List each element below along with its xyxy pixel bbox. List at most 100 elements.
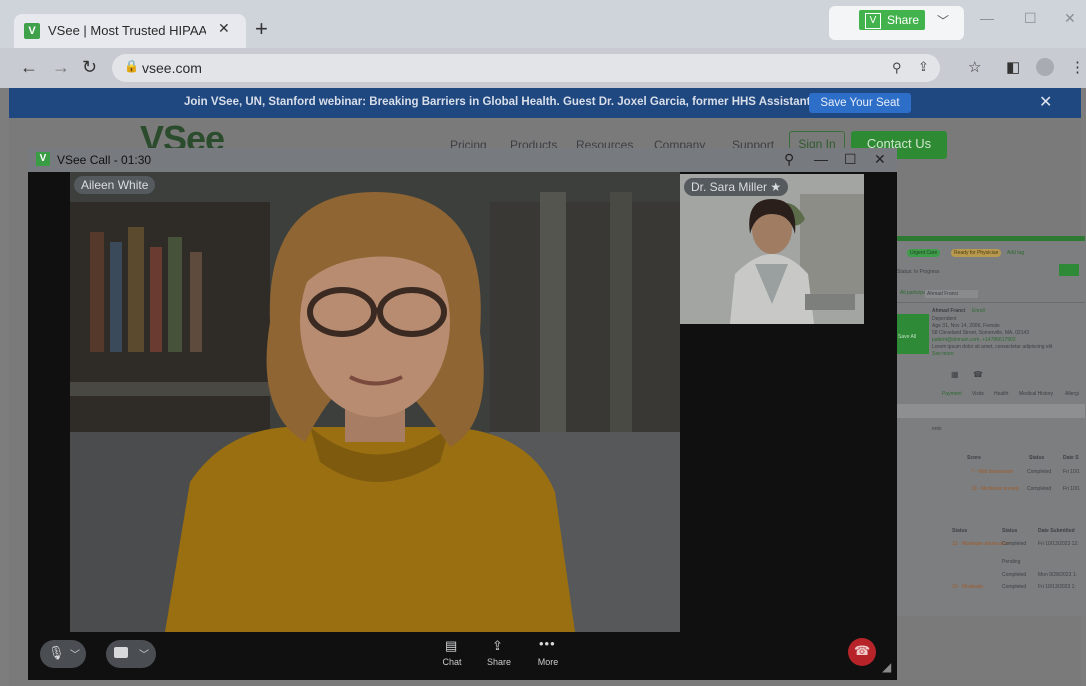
panel-section-title: ents xyxy=(932,426,942,432)
chat-icon: ▤ xyxy=(445,638,458,653)
row6-date: Fri 10/13/2023 1: xyxy=(1038,584,1076,590)
patient-dependent: Dependent xyxy=(932,316,957,322)
tab-title: VSee | Most Trusted HIPAA Com xyxy=(48,23,206,38)
phone-icon[interactable]: ☎ xyxy=(973,370,983,379)
panel-tab-medical-history[interactable]: Medical History xyxy=(1019,391,1053,397)
row1-date: Fri 10/1 xyxy=(1063,469,1080,475)
browser-toolbar: ← → ↻ 🔒 vsee.com ⚲ ⇪ ☆ ◧ ⋮ xyxy=(0,48,1086,88)
status-text: Status: In Progress xyxy=(897,269,940,275)
row1-status: Completed xyxy=(1027,469,1052,475)
panel-tab-allergies[interactable]: Allergi xyxy=(1065,391,1079,397)
more-button[interactable]: ••• More xyxy=(528,636,568,670)
hang-up-icon: ☎ xyxy=(854,643,871,658)
calendar-icon[interactable]: ▦ xyxy=(951,370,959,379)
microphone-toggle[interactable]: 🎙 ﹀ xyxy=(40,640,86,668)
call-close-icon[interactable]: ✕ xyxy=(874,151,886,168)
panel-tab-visits[interactable]: Visits xyxy=(972,391,984,397)
close-window-icon[interactable]: ✕ xyxy=(1064,10,1076,27)
share-screen-icon: ⇪ xyxy=(492,638,503,653)
screen-share-popup: V Share ﹀ xyxy=(829,6,964,40)
row6-status: Completed xyxy=(1002,584,1027,590)
call-minimize-icon[interactable]: — xyxy=(814,151,828,167)
save-your-seat-button[interactable]: Save Your Seat xyxy=(809,93,911,113)
kebab-menu-icon[interactable]: ⋮ xyxy=(1070,58,1085,76)
divider xyxy=(895,302,1085,303)
see-more-link[interactable]: See more xyxy=(932,351,954,357)
participant-select[interactable]: Ahmad Franci xyxy=(925,290,979,298)
main-video-feed: Aileen White xyxy=(70,172,680,632)
minimize-icon[interactable]: — xyxy=(980,10,994,26)
camera-icon xyxy=(114,647,128,658)
close-tab-icon[interactable]: ✕ xyxy=(218,20,230,37)
save-all-label: Save All xyxy=(898,334,917,340)
row3-status: Completed xyxy=(1002,541,1027,547)
doctor-video-image xyxy=(680,174,864,324)
patient-age: Age 31, Nov 14, 2006, Female xyxy=(932,323,1000,329)
panel-tab-payment[interactable]: Payment xyxy=(942,391,962,397)
side-panel-icon[interactable]: ◧ xyxy=(1006,58,1020,76)
panel-action-button[interactable] xyxy=(1059,264,1079,276)
panel-tab-health[interactable]: Health xyxy=(994,391,1008,397)
star-icon: ★ xyxy=(770,180,782,194)
chat-button[interactable]: ▤ Chat xyxy=(432,638,472,670)
new-tab-icon[interactable]: + xyxy=(255,16,268,42)
call-maximize-icon[interactable]: ☐ xyxy=(844,151,857,168)
back-icon[interactable]: ← xyxy=(20,57,38,78)
pip-video-feed[interactable]: Dr. Sara Miller ★ xyxy=(680,174,864,324)
col-status: Status xyxy=(1029,455,1045,461)
share-button[interactable]: V Share xyxy=(859,10,925,30)
address-bar[interactable]: 🔒 vsee.com ⚲ ⇪ xyxy=(112,54,940,82)
browser-tab-strip: V VSee | Most Trusted HIPAA Com ✕ + V Sha… xyxy=(0,0,1086,48)
profile-avatar-icon[interactable] xyxy=(1036,58,1054,76)
more-dots-icon: ••• xyxy=(539,636,556,651)
row2-status: Completed xyxy=(1027,486,1052,492)
patient-name: Ahmad Franci xyxy=(932,308,966,314)
chat-label: Chat xyxy=(442,657,462,667)
row2-score: 10 - Moderate anxiety xyxy=(971,486,1020,492)
pip-name-text: Dr. Sara Miller xyxy=(691,180,768,194)
bookmark-star-icon[interactable]: ☆ xyxy=(968,58,981,76)
tag-ready-physician: Ready for Physician xyxy=(951,249,1002,257)
patient-address: 58 Cleveland Street, Somerville, MA, 021… xyxy=(932,330,1029,336)
row6-score: 10 - Moderate xyxy=(952,584,984,590)
mic-options-chevron-icon[interactable]: ﹀ xyxy=(70,646,80,661)
col-score: Score xyxy=(967,455,981,461)
end-call-button[interactable]: ☎ xyxy=(848,638,876,666)
promo-banner: Join VSee, UN, Stanford webinar: Breakin… xyxy=(9,88,1081,118)
forward-icon[interactable]: → xyxy=(52,57,70,78)
row1-score: 7 - Mild depression xyxy=(971,469,1014,475)
reload-icon[interactable]: ↻ xyxy=(82,57,97,78)
pip-participant-name: Dr. Sara Miller ★ xyxy=(684,178,789,196)
call-title: VSee Call - 01:30 xyxy=(57,153,152,167)
col2-status-a: Status xyxy=(952,528,968,534)
pin-icon[interactable]: ⚲ xyxy=(784,151,794,168)
browser-tab[interactable]: V VSee | Most Trusted HIPAA Com ✕ xyxy=(14,14,246,48)
share-screen-button[interactable]: ⇪ Share xyxy=(479,638,519,670)
resize-grip-icon[interactable]: ◢ xyxy=(882,660,891,674)
more-label: More xyxy=(537,657,559,667)
row3-score: 12 - Moderate depression xyxy=(952,541,1009,547)
close-banner-icon[interactable]: ✕ xyxy=(1039,92,1052,112)
col-date: Date S xyxy=(1063,455,1079,461)
camera-options-chevron-icon[interactable]: ﹀ xyxy=(139,646,149,661)
zoom-icon[interactable]: ⚲ xyxy=(892,60,902,76)
share-label: Share xyxy=(486,657,512,667)
lock-icon[interactable]: 🔒 xyxy=(124,59,139,73)
microphone-icon: 🎙 xyxy=(48,645,65,660)
row2-date: Fri 10/1 xyxy=(1063,486,1080,492)
patient-contact: patient@domain.com, +14786617902 xyxy=(932,337,1016,343)
share-button-label: Share xyxy=(887,13,920,27)
window-controls: — ☐ ✕ xyxy=(946,10,1086,34)
patient-notes: Lorem ipsum dolor sit amet, consectetur … xyxy=(932,344,1053,350)
banner-message: Join VSee, UN, Stanford webinar: Breakin… xyxy=(184,96,867,108)
add-tag-link[interactable]: Add tag xyxy=(1007,250,1024,256)
row5-status: Completed xyxy=(1002,572,1027,578)
share-page-icon[interactable]: ⇪ xyxy=(918,59,929,75)
maximize-icon[interactable]: ☐ xyxy=(1024,10,1037,27)
row4-status: Pending xyxy=(1002,559,1021,565)
url-text: vsee.com xyxy=(142,60,202,76)
ehr-preview-panel: Urgent Care Ready for Physician Add tag … xyxy=(895,236,1085,616)
panel-accent-bar xyxy=(895,236,1085,241)
camera-toggle[interactable]: ﹀ xyxy=(106,640,156,668)
col2-status-b: Status xyxy=(1002,528,1018,534)
